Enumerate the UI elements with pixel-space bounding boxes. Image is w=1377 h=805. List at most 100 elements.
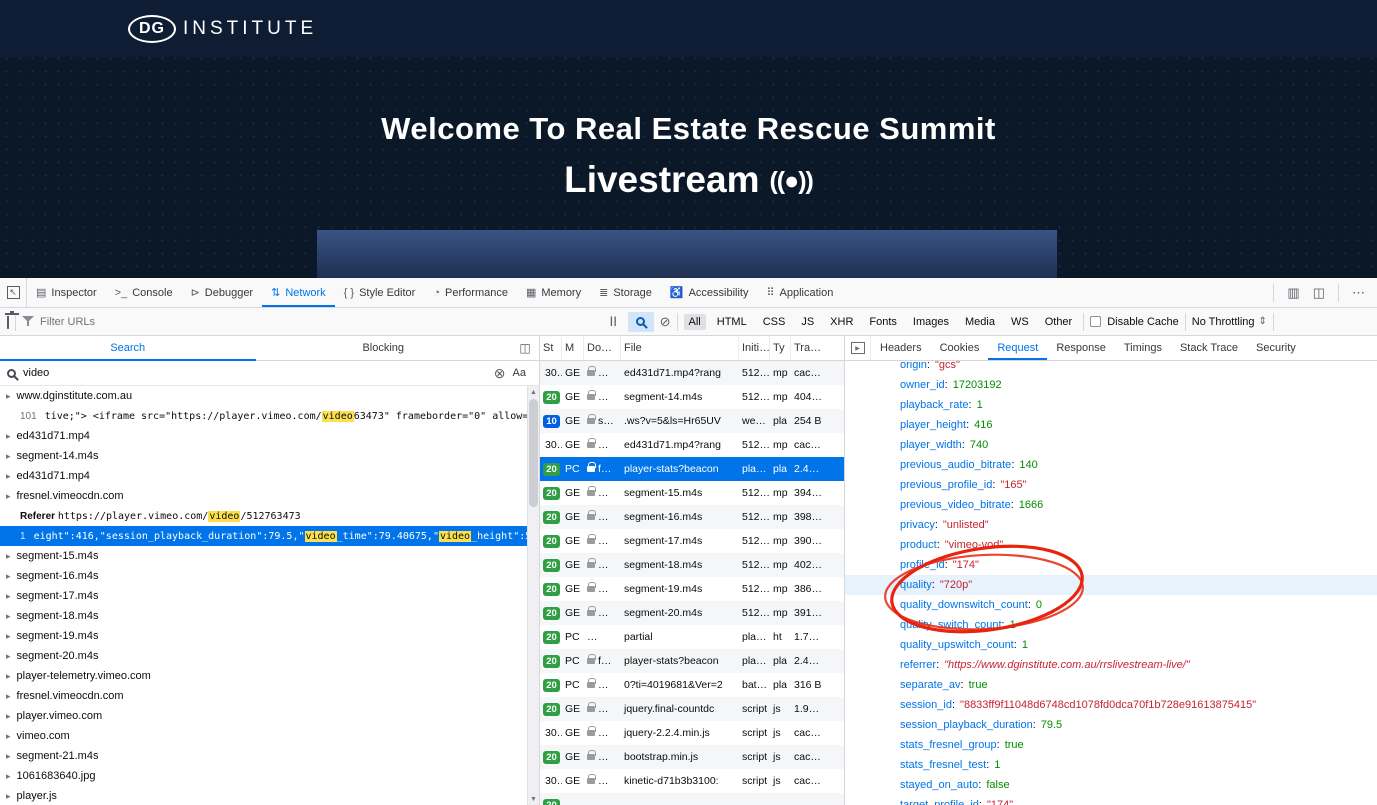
param-row[interactable]: stats_fresnel_group: true — [845, 735, 1377, 755]
param-row[interactable]: referrer: "https://www.dginstitute.com.au… — [845, 655, 1377, 675]
details-tab-response[interactable]: Response — [1047, 336, 1115, 360]
scroll-down-icon[interactable]: ▼ — [528, 793, 539, 805]
request-row[interactable]: 20 GE … segment-19.m4s 512… mp 386… — [540, 577, 844, 601]
param-row[interactable]: quality_switch_count:1 — [845, 615, 1377, 635]
details-tab-stack-trace[interactable]: Stack Trace — [1171, 336, 1247, 360]
param-row[interactable]: origin: "gcs" — [845, 361, 1377, 375]
column-header-initi[interactable]: Initi… — [739, 336, 770, 360]
param-row[interactable]: session_playback_duration:79.5 — [845, 715, 1377, 735]
search-result-host[interactable]: ▸ player-telemetry.vimeo.com — [0, 666, 527, 686]
collapse-pane-button[interactable]: ◫ — [511, 336, 539, 360]
clear-requests-button[interactable] — [7, 315, 9, 329]
details-tab-cookies[interactable]: Cookies — [931, 336, 989, 360]
request-row[interactable]: 30…GE … ed431d71.mp4?rang 512…mp cac… — [540, 433, 844, 457]
search-result-host[interactable]: ▸ fresnel.vimeocdn.com — [0, 486, 527, 506]
clear-search-button[interactable]: ⊗ — [494, 365, 506, 382]
pause-recording-button[interactable]: || — [606, 314, 622, 329]
search-result-match[interactable]: 101 tive;"> <iframe src="https://player.v… — [0, 406, 527, 426]
param-row[interactable]: quality_downswitch_count:0 — [845, 595, 1377, 615]
filter-other[interactable]: Other — [1040, 314, 1078, 330]
tab-debugger[interactable]: ⊳ Debugger — [182, 278, 263, 307]
dock-bottom-icon[interactable]: ▥ — [1287, 285, 1299, 301]
disable-cache-label[interactable]: Disable Cache — [1107, 316, 1179, 328]
search-result-host[interactable]: ▸ fresnel.vimeocdn.com — [0, 686, 527, 706]
search-result-host[interactable]: ▸ ed431d71.mp4 — [0, 466, 527, 486]
search-result-host[interactable]: ▸ segment-18.m4s — [0, 606, 527, 626]
request-row[interactable]: 20 PC … 0?ti=4019681&Ver=2 bat… pla 316 B — [540, 673, 844, 697]
param-row[interactable]: quality: "720p" — [845, 575, 1377, 595]
search-result-host[interactable]: ▸ segment-17.m4s — [0, 586, 527, 606]
param-row[interactable]: player_height:416 — [845, 415, 1377, 435]
filter-images[interactable]: Images — [908, 314, 954, 330]
search-result-host[interactable]: ▸ www.dginstitute.com.au — [0, 386, 527, 406]
param-row[interactable]: stats_fresnel_test:1 — [845, 755, 1377, 775]
request-row[interactable]: 20 GE … segment-20.m4s 512… mp 391… — [540, 601, 844, 625]
filter-ws[interactable]: WS — [1006, 314, 1034, 330]
search-result-host[interactable]: ▸ segment-14.m4s — [0, 446, 527, 466]
param-row[interactable]: target_profile_id: "174" — [845, 795, 1377, 805]
tab-network[interactable]: ⇅ Network — [262, 278, 335, 307]
request-row[interactable]: 20 PC … partial pla… ht 1.7… — [540, 625, 844, 649]
tab-application[interactable]: ⠿ Application — [757, 278, 842, 307]
column-header-st[interactable]: St — [540, 336, 562, 360]
multi-window-icon[interactable]: ◫ — [1313, 285, 1325, 301]
tab-console[interactable]: >_ Console — [106, 278, 182, 307]
tab-performance[interactable]: ◔ Performance — [424, 278, 517, 307]
request-row[interactable]: 20 GE … segment-15.m4s 512… mp 394… — [540, 481, 844, 505]
column-header-m[interactable]: M — [562, 336, 584, 360]
param-row[interactable]: playback_rate:1 — [845, 395, 1377, 415]
request-row[interactable]: 20 GE … segment-14.m4s 512… mp 404… — [540, 385, 844, 409]
request-row[interactable]: 30…GE … ed431d71.mp4?rang 512…mp cac… — [540, 361, 844, 385]
search-result-host[interactable]: ▸ player.vimeo.com — [0, 706, 527, 726]
left-tab-blocking[interactable]: Blocking — [256, 336, 512, 360]
request-row[interactable]: 10 GE s… .ws?v=5&ls=Hr65UV we… pla 254 B — [540, 409, 844, 433]
disable-cache-checkbox[interactable] — [1090, 316, 1102, 327]
video-player-embed[interactable] — [317, 230, 1057, 278]
left-tab-search[interactable]: Search — [0, 336, 256, 361]
filter-all[interactable]: All — [683, 313, 706, 330]
block-requests-button[interactable]: ⊘ — [660, 314, 671, 330]
filter-fonts[interactable]: Fonts — [864, 314, 902, 330]
request-row[interactable]: 20 PC f… player-stats?beacon pla… pla 2.4… — [540, 457, 844, 481]
column-header-tra[interactable]: Tra… — [791, 336, 844, 360]
search-result-host[interactable]: ▸ player.js — [0, 786, 527, 805]
search-result-match[interactable]: Referer https://player.vimeo.com/video/5… — [0, 506, 527, 526]
param-row[interactable]: player_width:740 — [845, 435, 1377, 455]
expand-details-button[interactable]: ▶ — [845, 336, 871, 360]
param-row[interactable]: privacy: "unlisted" — [845, 515, 1377, 535]
column-header-ty[interactable]: Ty — [770, 336, 791, 360]
request-row[interactable]: 30…GE … jquery-2.2.4.min.js script js cac… — [540, 721, 844, 745]
param-row[interactable]: previous_audio_bitrate:140 — [845, 455, 1377, 475]
filter-js[interactable]: JS — [796, 314, 819, 330]
filter-xhr[interactable]: XHR — [825, 314, 858, 330]
tab-style-editor[interactable]: { } Style Editor — [335, 278, 425, 307]
filter-urls-input[interactable] — [40, 315, 600, 328]
param-row[interactable]: previous_video_bitrate:1666 — [845, 495, 1377, 515]
request-row[interactable]: 20 GE … jquery.final-countdc script js 1.9… — [540, 697, 844, 721]
throttling-select[interactable]: No Throttling ⇕ — [1192, 316, 1267, 328]
match-case-button[interactable]: Aa — [513, 367, 532, 379]
search-result-host[interactable]: ▸ vimeo.com — [0, 726, 527, 746]
param-row[interactable]: stayed_on_auto: false — [845, 775, 1377, 795]
search-result-host[interactable]: ▸ segment-16.m4s — [0, 566, 527, 586]
left-scrollbar[interactable]: ▲ ▼ — [527, 386, 539, 805]
tab-storage[interactable]: ≣ Storage — [590, 278, 661, 307]
details-tab-security[interactable]: Security — [1247, 336, 1305, 360]
request-row[interactable]: 20 — [540, 793, 844, 805]
request-row[interactable]: 20 GE … segment-16.m4s 512… mp 398… — [540, 505, 844, 529]
request-row[interactable]: 20 PC f… player-stats?beacon pla… pla 2.4… — [540, 649, 844, 673]
scroll-up-icon[interactable]: ▲ — [528, 386, 539, 398]
request-row[interactable]: 20 GE … segment-17.m4s 512… mp 390… — [540, 529, 844, 553]
search-input[interactable] — [23, 367, 487, 379]
search-result-host[interactable]: ▸ 1061683640.jpg — [0, 766, 527, 786]
search-result-host[interactable]: ▸ segment-15.m4s — [0, 546, 527, 566]
request-row[interactable]: 20 GE … bootstrap.min.js script js cac… — [540, 745, 844, 769]
tab-memory[interactable]: ▦ Memory — [517, 278, 590, 307]
element-picker-button[interactable]: ↖ — [0, 278, 27, 307]
filter-media[interactable]: Media — [960, 314, 1000, 330]
dg-institute-logo[interactable]: DG INSTITUTE — [128, 14, 317, 43]
meatball-menu-icon[interactable]: ⋯ — [1352, 285, 1365, 301]
param-row[interactable]: product: "vimeo-vod" — [845, 535, 1377, 555]
param-row[interactable]: quality_upswitch_count:1 — [845, 635, 1377, 655]
request-row[interactable]: 30…GE … kinetic-d71b3b3100: script js cac… — [540, 769, 844, 793]
